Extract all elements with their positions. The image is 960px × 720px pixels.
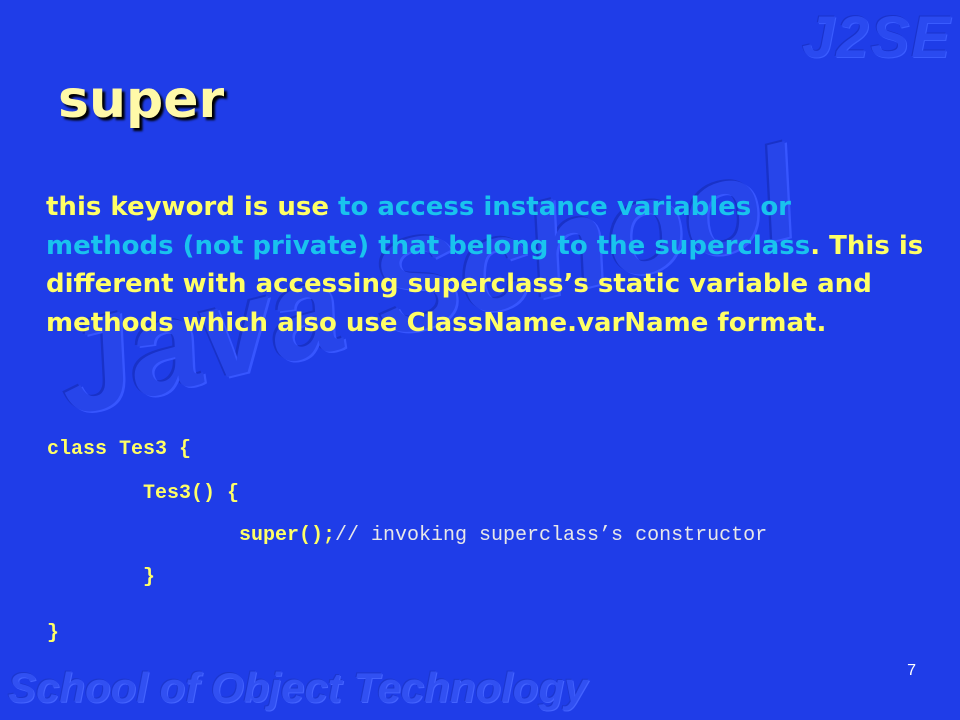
- description-paragraph: this keyword is use to access instance v…: [46, 188, 926, 342]
- code-super-statement: super();: [239, 524, 336, 547]
- code-comment: // invoking superclass’s constructor: [335, 524, 768, 547]
- watermark-school-of-object-technology: School of Object Technology: [8, 664, 588, 711]
- page-number: 7: [907, 662, 916, 679]
- watermark-j2se: J2SE: [802, 5, 952, 70]
- code-line-super-call: super();// invoking superclass’s constru…: [239, 524, 767, 547]
- slide-title: super: [58, 70, 225, 130]
- code-line-close-constructor: }: [143, 566, 156, 589]
- code-line-constructor: Tes3() {: [143, 482, 240, 505]
- paragraph-part-1: this keyword is use: [46, 192, 339, 222]
- code-line-close-class: }: [47, 622, 60, 645]
- code-line-class-declaration: class Tes3 {: [47, 438, 192, 461]
